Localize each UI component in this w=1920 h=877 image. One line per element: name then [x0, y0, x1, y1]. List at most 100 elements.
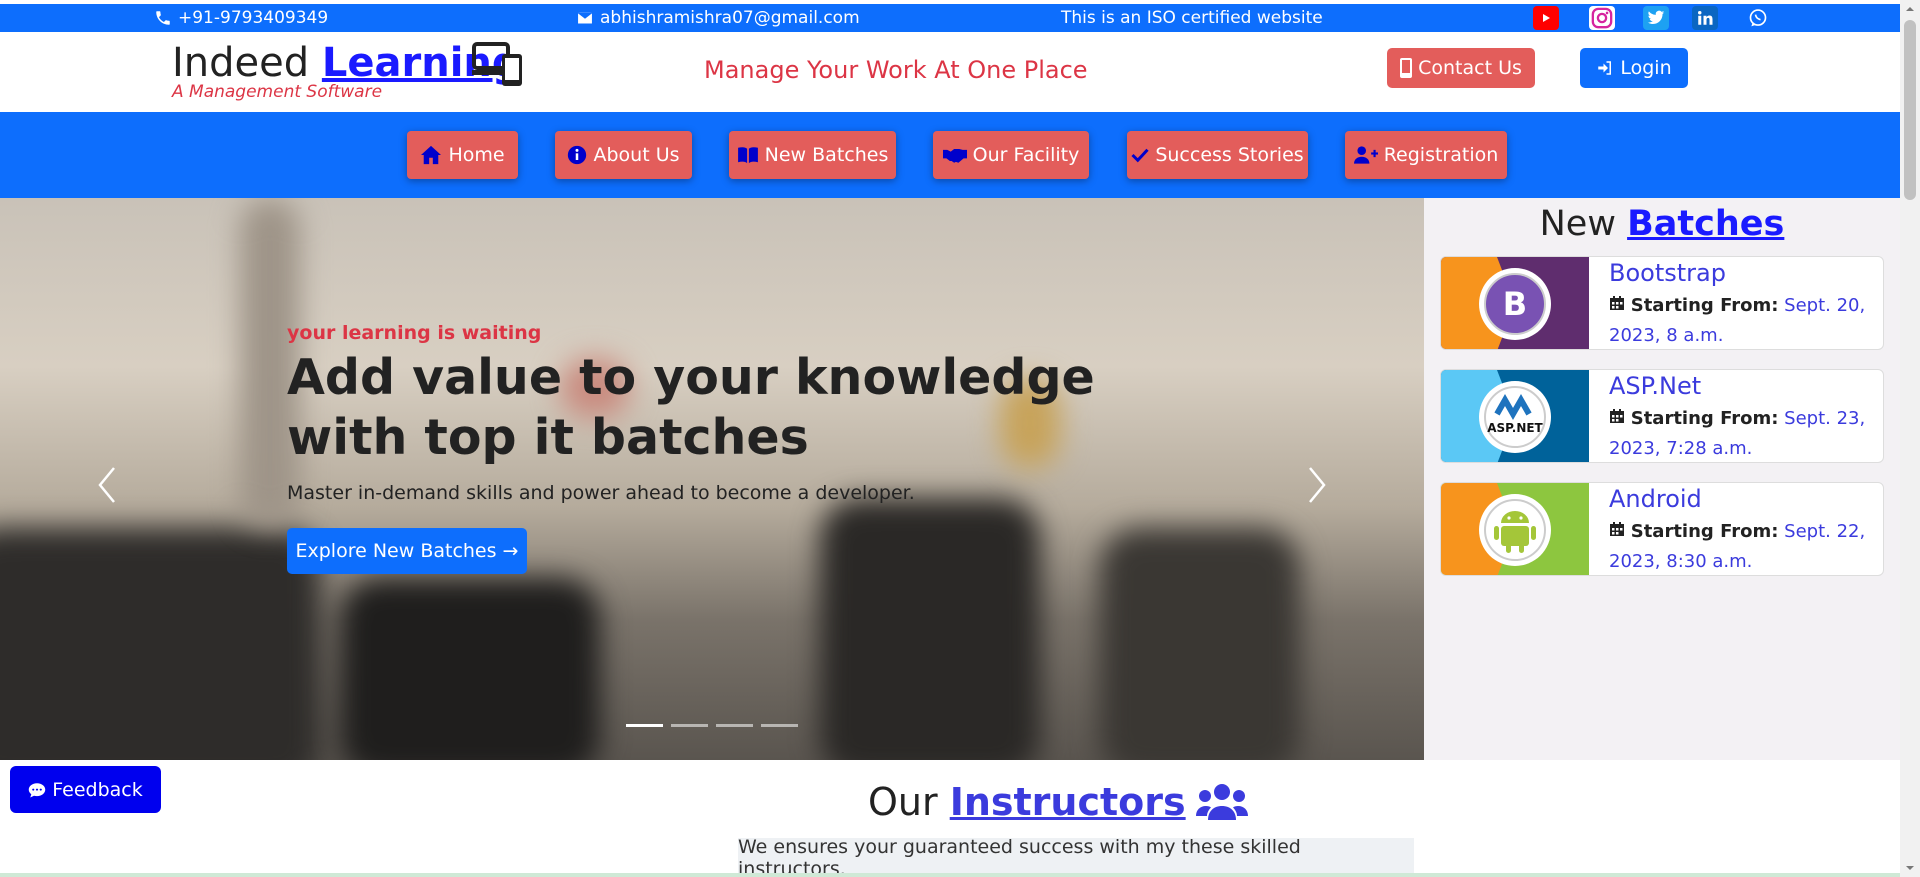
devices-icon	[472, 42, 524, 92]
email-contact[interactable]: abhishramishra07@gmail.com	[576, 8, 860, 28]
sidebar-title-part1: New	[1539, 204, 1628, 244]
book-icon	[737, 147, 758, 164]
home-icon	[421, 145, 442, 165]
carousel-indicator[interactable]	[671, 724, 708, 727]
phone-number: +91-9793409349	[178, 8, 329, 28]
svg-text:B: B	[1503, 285, 1527, 323]
user-plus-icon	[1353, 146, 1378, 164]
brand-name-part1: Indeed	[172, 40, 322, 86]
nav-home[interactable]: Home	[407, 131, 518, 179]
instructors-heading-part1: Our	[868, 780, 950, 824]
info-icon	[568, 145, 587, 165]
phone-icon	[156, 11, 170, 25]
contact-us-button[interactable]: Contact Us	[1387, 48, 1535, 88]
bootstrap-logo: B	[1441, 257, 1589, 349]
batch-card-android[interactable]: Android Starting From: Sept. 22, 2023, 8…	[1440, 482, 1884, 576]
chevron-left-icon	[98, 467, 115, 503]
calendar-icon	[1610, 409, 1624, 423]
mobile-icon	[1400, 58, 1413, 78]
batch-name[interactable]: ASP.Net	[1609, 372, 1701, 400]
nav-our-facility[interactable]: Our Facility	[933, 131, 1089, 179]
explore-new-batches-button[interactable]: Explore New Batches →	[287, 528, 527, 574]
nav-new-batches-label: New Batches	[764, 144, 889, 166]
login-button[interactable]: Login	[1580, 48, 1688, 88]
page: +91-9793409349 abhishramishra07@gmail.co…	[0, 0, 1920, 877]
check-icon	[1131, 148, 1149, 163]
nav-registration-label: Registration	[1383, 144, 1499, 166]
starting-from-label: Starting From:	[1630, 521, 1779, 542]
sidebar-title: New Batches	[1424, 204, 1900, 244]
scrollbar-thumb[interactable]	[1904, 20, 1916, 200]
linkedin-icon[interactable]	[1692, 6, 1718, 30]
scroll-down-icon[interactable]	[1900, 861, 1920, 875]
top-info-bar: +91-9793409349 abhishramishra07@gmail.co…	[0, 4, 1900, 32]
page-bottom-strip	[0, 873, 1900, 877]
nav-success-stories-label: Success Stories	[1155, 144, 1304, 166]
sign-in-icon	[1598, 61, 1612, 75]
hero-carousel: your learning is waiting Add value to yo…	[0, 198, 1424, 760]
users-icon	[1195, 784, 1248, 820]
hero-bg-shape	[0, 528, 320, 760]
android-logo	[1441, 483, 1589, 575]
sidebar-title-part2[interactable]: Batches	[1627, 204, 1784, 244]
starting-from-label: Starting From:	[1630, 295, 1779, 316]
svg-text:ASP.NET: ASP.NET	[1487, 421, 1543, 435]
batch-start-date: Starting From: Sept. 23, 2023, 7:28 a.m.	[1609, 404, 1877, 462]
hero-kicker: your learning is waiting	[287, 322, 542, 344]
feedback-button[interactable]: Feedback	[10, 766, 161, 813]
instagram-icon[interactable]	[1589, 6, 1615, 30]
contact-us-label: Contact Us	[1418, 57, 1522, 79]
hero-title: Add value to your knowledge with top it …	[287, 349, 1095, 466]
instructors-heading: Our Instructors	[868, 780, 1248, 824]
comment-icon	[29, 782, 46, 797]
nav-new-batches[interactable]: New Batches	[729, 131, 896, 179]
vertical-scrollbar[interactable]	[1900, 0, 1920, 877]
batch-start-date: Starting From: Sept. 22, 2023, 8:30 a.m.	[1609, 517, 1877, 575]
nav-our-facility-label: Our Facility	[972, 144, 1080, 166]
envelope-icon	[576, 11, 594, 25]
calendar-icon	[1610, 296, 1624, 310]
brand-subtitle: A Management Software	[172, 82, 383, 102]
carousel-indicator[interactable]	[716, 724, 753, 727]
batch-name[interactable]: Android	[1609, 485, 1702, 513]
nav-home-label: Home	[448, 144, 505, 166]
phone-contact[interactable]: +91-9793409349	[154, 8, 328, 28]
batch-card-aspnet[interactable]: ASP.NET ASP.Net Starting From: Sept. 23,…	[1440, 369, 1884, 463]
carousel-prev-button[interactable]	[92, 460, 122, 510]
new-batches-sidebar: New Batches B Bootstrap Starting From: S…	[1424, 198, 1900, 760]
starting-from-label: Starting From:	[1630, 408, 1779, 429]
nav-success-stories[interactable]: Success Stories	[1127, 131, 1308, 179]
carousel-next-button[interactable]	[1302, 460, 1332, 510]
site-header: Indeed Learning A Management Software Ma…	[0, 32, 1900, 112]
main-nav: Home About Us New Batches Our Facility S…	[0, 112, 1900, 198]
carousel-indicators	[626, 724, 798, 727]
instructors-heading-part2[interactable]: Instructors	[950, 780, 1186, 824]
youtube-icon[interactable]	[1533, 6, 1559, 30]
calendar-icon	[1610, 522, 1624, 536]
chevron-right-icon	[1309, 467, 1326, 503]
hero-bg-shape	[1100, 528, 1300, 760]
login-label: Login	[1620, 57, 1672, 79]
brand-logo[interactable]: Indeed Learning	[172, 40, 521, 86]
instructors-subtitle: We ensures your guaranteed success with …	[738, 836, 1414, 877]
batch-start-date: Starting From: Sept. 20, 2023, 8 a.m.	[1609, 291, 1877, 349]
scroll-up-icon[interactable]	[1900, 2, 1920, 16]
handshake-icon	[942, 149, 967, 163]
batch-name[interactable]: Bootstrap	[1609, 259, 1726, 287]
nav-about-us[interactable]: About Us	[555, 131, 692, 179]
nav-about-label: About Us	[593, 144, 680, 166]
header-tagline: Manage Your Work At One Place	[704, 56, 1088, 84]
email-address: abhishramishra07@gmail.com	[600, 8, 860, 28]
whatsapp-icon[interactable]	[1745, 6, 1771, 30]
carousel-indicator[interactable]	[626, 724, 663, 727]
twitter-icon[interactable]	[1643, 6, 1669, 30]
feedback-label: Feedback	[52, 778, 143, 801]
batch-card-bootstrap[interactable]: B Bootstrap Starting From: Sept. 20, 202…	[1440, 256, 1884, 350]
aspnet-logo: ASP.NET	[1441, 370, 1589, 462]
nav-registration[interactable]: Registration	[1345, 131, 1507, 179]
hero-bg-shape	[340, 578, 600, 760]
hero-bg-shape	[820, 498, 1040, 760]
iso-text: This is an ISO certified website	[1061, 8, 1323, 28]
hero-description: Master in-demand skills and power ahead …	[287, 482, 915, 504]
carousel-indicator[interactable]	[761, 724, 798, 727]
